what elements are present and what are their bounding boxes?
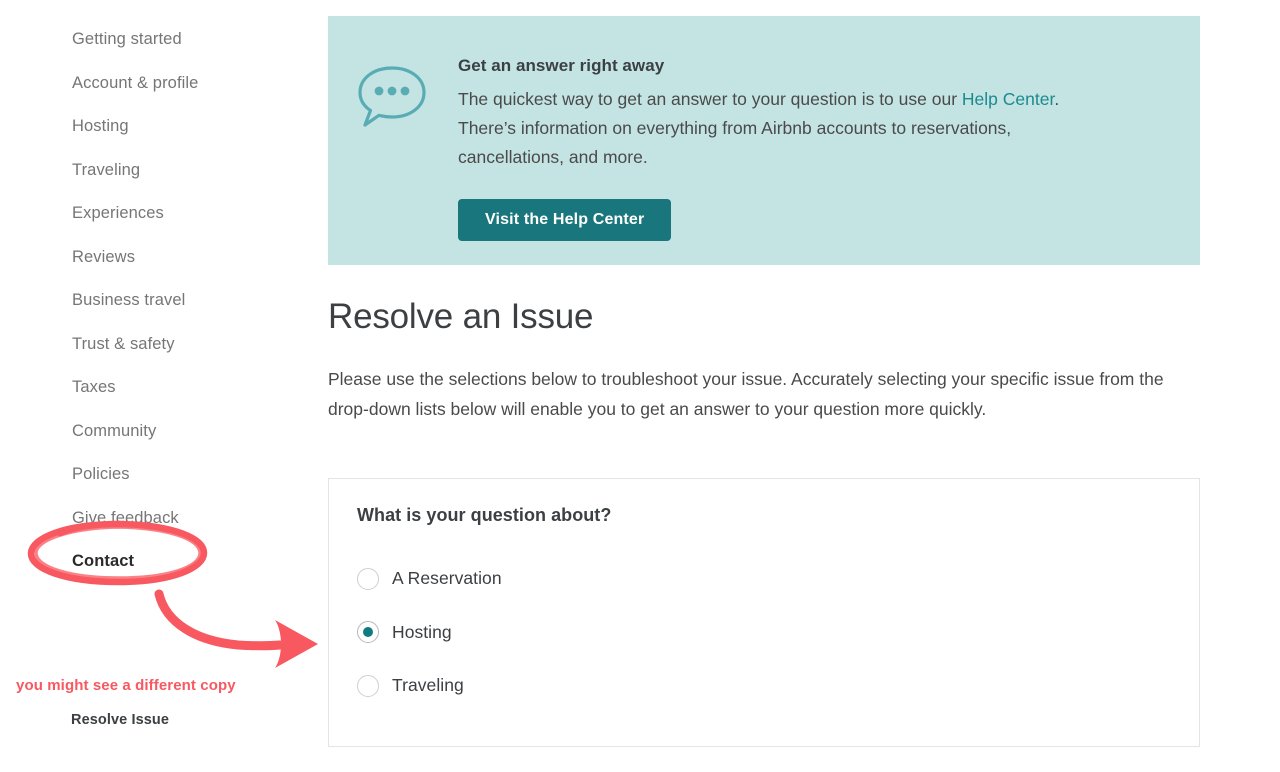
speech-bubble-ellipsis-icon (356, 56, 444, 265)
sidebar-item-policies[interactable]: Policies (0, 453, 328, 497)
sidebar-nav: Getting started Account & profile Hostin… (0, 0, 328, 772)
radio-option-a-reservation[interactable]: A Reservation (357, 552, 1171, 606)
sidebar-item-label: Give feedback (72, 508, 179, 527)
banner-body: Get an answer right away The quickest wa… (444, 56, 1156, 265)
sidebar-item-trust-safety[interactable]: Trust & safety (0, 323, 328, 367)
banner-text-before-link: The quickest way to get an answer to you… (458, 89, 962, 109)
sidebar-item-label: Taxes (72, 378, 116, 397)
radio-circle-selected-icon[interactable] (357, 621, 379, 644)
help-center-banner: Get an answer right away The quickest wa… (328, 16, 1200, 265)
sidebar-item-business-travel[interactable]: Business travel (0, 279, 328, 323)
annotation-sub-text: Resolve Issue (71, 712, 170, 728)
sidebar-item-label: Experiences (72, 204, 164, 223)
sidebar-item-account-profile[interactable]: Account & profile (0, 62, 328, 106)
sidebar-item-label: Account & profile (72, 73, 199, 92)
radio-option-label: A Reservation (392, 568, 502, 589)
help-center-page: Getting started Account & profile Hostin… (0, 0, 1280, 772)
sidebar-item-label: Trust & safety (72, 334, 175, 353)
visit-help-center-button[interactable]: Visit the Help Center (458, 199, 672, 241)
radio-option-label: Traveling (392, 675, 464, 696)
help-center-link[interactable]: Help Center (962, 89, 1054, 109)
radio-circle-icon[interactable] (357, 567, 379, 590)
sidebar-item-label: Community (72, 421, 157, 440)
sidebar-item-getting-started[interactable]: Getting started (0, 18, 328, 62)
sidebar-item-community[interactable]: Community (0, 410, 328, 454)
radio-option-label: Hosting (392, 621, 452, 642)
question-card: What is your question about? A Reservati… (328, 478, 1200, 747)
radio-circle-icon[interactable] (357, 674, 379, 697)
sidebar-item-reviews[interactable]: Reviews (0, 236, 328, 280)
sidebar-item-label: Getting started (72, 30, 182, 49)
sidebar-item-label: Traveling (72, 160, 141, 179)
sidebar-item-give-feedback[interactable]: Give feedback (0, 497, 328, 541)
sidebar-item-hosting[interactable]: Hosting (0, 105, 328, 149)
sidebar-item-experiences[interactable]: Experiences (0, 192, 328, 236)
banner-title: Get an answer right away (458, 56, 665, 75)
sidebar-item-taxes[interactable]: Taxes (0, 366, 328, 410)
question-card-title: What is your question about? (357, 505, 612, 525)
sidebar-item-label: Business travel (72, 291, 186, 310)
banner-description: The quickest way to get an answer to you… (458, 85, 1118, 172)
sidebar-item-label: Reviews (72, 247, 136, 266)
sidebar-item-contact[interactable]: Contact (0, 540, 328, 584)
radio-option-hosting[interactable]: Hosting (357, 606, 1171, 660)
annotation-note-text: you might see a different copy (16, 677, 236, 694)
radio-option-traveling[interactable]: Traveling (357, 659, 1171, 713)
sidebar-item-label: Contact (72, 552, 135, 571)
page-title: Resolve an Issue (328, 297, 594, 336)
page-intro-text: Please use the selections below to troub… (328, 369, 1164, 419)
sidebar-item-label: Policies (72, 465, 130, 484)
sidebar-item-label: Hosting (72, 117, 129, 136)
sidebar-item-traveling[interactable]: Traveling (0, 149, 328, 193)
